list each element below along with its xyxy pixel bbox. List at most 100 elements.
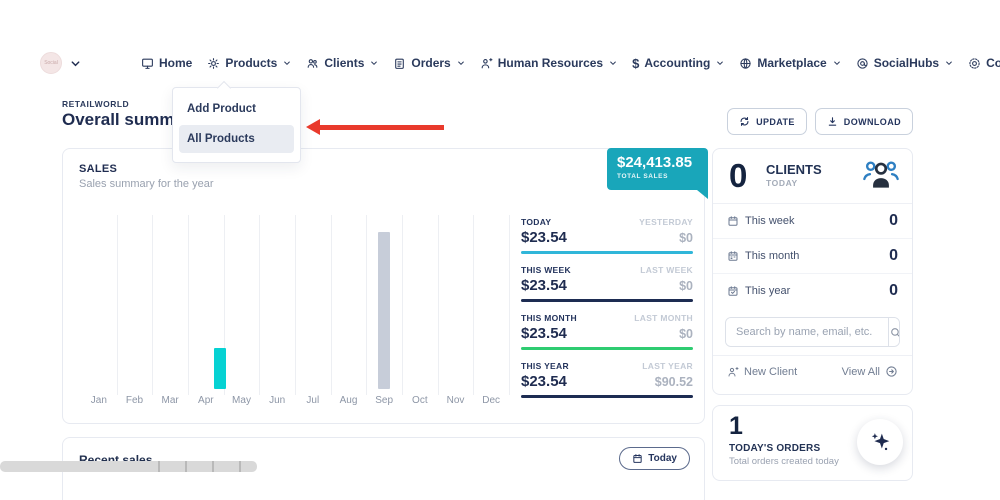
- stat-compare-label: YESTERDAY: [639, 217, 693, 227]
- chevron-down-icon: [716, 59, 724, 67]
- stat-compare-value: $90.52: [655, 375, 693, 389]
- chart-month-label: Feb: [126, 395, 143, 406]
- stat-underline: [521, 347, 693, 350]
- nav-item-human-resources[interactable]: Human Resources: [480, 56, 617, 70]
- calendar-icon: [727, 250, 739, 262]
- page-actions: UPDATE DOWNLOAD: [727, 108, 913, 135]
- chevron-down-icon: [833, 59, 841, 67]
- chevron-down-icon: [70, 58, 81, 69]
- stat-underline: [521, 299, 693, 302]
- at-sign-icon: [856, 57, 869, 70]
- nav-label: SocialHubs: [874, 56, 939, 70]
- clients-row-label: This month: [745, 250, 799, 262]
- chart-month-label: Mar: [162, 395, 179, 406]
- orders-title: TODAY'S ORDERS: [729, 443, 820, 454]
- search-icon: [889, 326, 900, 339]
- chart-gridline: [438, 215, 439, 395]
- sales-stats: TODAYYESTERDAY $23.54$0 THIS WEEKLAST WE…: [521, 217, 693, 409]
- total-sales-amount: $24,413.85: [617, 154, 698, 171]
- people-group-icon: [862, 159, 900, 196]
- stat-underline: [521, 251, 693, 254]
- nav-item-accounting[interactable]: $ Accounting: [632, 56, 724, 71]
- clients-card-footer: New Client View All: [713, 355, 912, 378]
- clients-card-title: CLIENTS: [766, 162, 822, 177]
- nav-item-products[interactable]: Products: [207, 56, 291, 70]
- today-filter-label: Today: [648, 453, 677, 464]
- chevron-down-icon: [609, 59, 617, 67]
- chart-gridline: [402, 215, 403, 395]
- chart-month-label: May: [232, 395, 251, 406]
- stat-compare-label: LAST WEEK: [640, 265, 693, 275]
- gear-icon: [207, 57, 220, 70]
- stat-value: $23.54: [521, 373, 567, 390]
- stat-row-this-week: THIS WEEKLAST WEEK $23.54$0: [521, 265, 693, 302]
- nav-label: Products: [225, 56, 277, 70]
- view-all-link[interactable]: View All: [842, 365, 898, 378]
- stat-row-this-month: THIS MONTHLAST MONTH $23.54$0: [521, 313, 693, 350]
- sparkle-badge[interactable]: [857, 419, 903, 465]
- chart-month-label: Sep: [375, 395, 393, 406]
- clients-row-label: This year: [745, 285, 790, 297]
- chart-month-label: Jul: [306, 395, 319, 406]
- stat-compare-label: LAST YEAR: [642, 361, 693, 371]
- chart-gridline: [188, 215, 189, 395]
- chart-month-label: Nov: [447, 395, 465, 406]
- nav-item-home[interactable]: Home: [141, 56, 192, 70]
- chart-gridline: [152, 215, 153, 395]
- chevron-down-icon: [370, 59, 378, 67]
- clients-row-this-month: This month 0: [713, 239, 912, 274]
- nav-item-orders[interactable]: Orders: [393, 56, 464, 70]
- top-navbar: Social Home Products Clients Orders: [40, 45, 960, 81]
- sales-card: SALES Sales summary for the year $24,413…: [62, 148, 705, 424]
- calendar-icon: [727, 215, 739, 227]
- client-search-input[interactable]: [726, 318, 888, 346]
- menu-item-add-product[interactable]: Add Product: [173, 95, 300, 123]
- chart-gridline: [509, 215, 510, 395]
- stat-value: $23.54: [521, 325, 567, 342]
- nav-item-clients[interactable]: Clients: [306, 56, 378, 70]
- stat-underline: [521, 395, 693, 398]
- clients-card-header: 0 CLIENTS TODAY: [713, 149, 912, 204]
- client-search-button[interactable]: [888, 318, 900, 346]
- chart-month-label: Jun: [269, 395, 285, 406]
- total-sales-badge: $24,413.85 TOTAL SALES: [607, 148, 708, 190]
- stat-compare-value: $0: [679, 279, 693, 293]
- nav-item-company[interactable]: Company: [968, 56, 1000, 70]
- stat-value: $23.54: [521, 229, 567, 246]
- menu-item-all-products[interactable]: All Products: [179, 125, 294, 153]
- company-logo[interactable]: Social: [40, 52, 62, 74]
- today-filter-button[interactable]: Today: [619, 447, 690, 470]
- nav-label: Company: [986, 56, 1000, 70]
- sales-card-subtitle: Sales summary for the year: [79, 178, 214, 190]
- nav-item-marketplace[interactable]: Marketplace: [739, 56, 840, 70]
- clients-today-count: 0: [729, 157, 746, 195]
- clipboard-icon: [393, 57, 406, 70]
- nav-item-socialhubs[interactable]: SocialHubs: [856, 56, 953, 70]
- red-arrow-annotation: [306, 119, 444, 135]
- chart-month-label: Aug: [340, 395, 358, 406]
- stat-label: THIS YEAR: [521, 361, 569, 371]
- nav-label: Home: [159, 56, 192, 70]
- chart-gridline: [117, 215, 118, 395]
- dollar-icon: $: [632, 56, 639, 71]
- new-client-link[interactable]: New Client: [727, 366, 797, 378]
- breadcrumb: RETAILWORLD: [62, 99, 129, 109]
- clients-row-value: 0: [889, 282, 898, 300]
- todays-orders-card: 1 TODAY'S ORDERS Total orders created to…: [712, 405, 913, 481]
- download-button[interactable]: DOWNLOAD: [815, 108, 913, 135]
- workspace-switcher[interactable]: Social: [40, 52, 81, 74]
- arrow-right-circle-icon: [885, 365, 898, 378]
- nav-label: Clients: [324, 56, 364, 70]
- globe-icon: [739, 57, 752, 70]
- update-button[interactable]: UPDATE: [727, 108, 807, 135]
- total-sales-label: TOTAL SALES: [617, 173, 698, 180]
- view-all-label: View All: [842, 366, 880, 378]
- orders-subtitle: Total orders created today: [729, 456, 839, 467]
- download-label: DOWNLOAD: [844, 117, 901, 127]
- partial-table-header-artifact: [0, 461, 257, 472]
- users-icon: [306, 57, 319, 70]
- main-menu: Home Products Clients Orders Human Resou…: [141, 56, 1000, 71]
- nav-label: Human Resources: [498, 56, 603, 70]
- chart-gridline: [295, 215, 296, 395]
- stat-value: $23.54: [521, 277, 567, 294]
